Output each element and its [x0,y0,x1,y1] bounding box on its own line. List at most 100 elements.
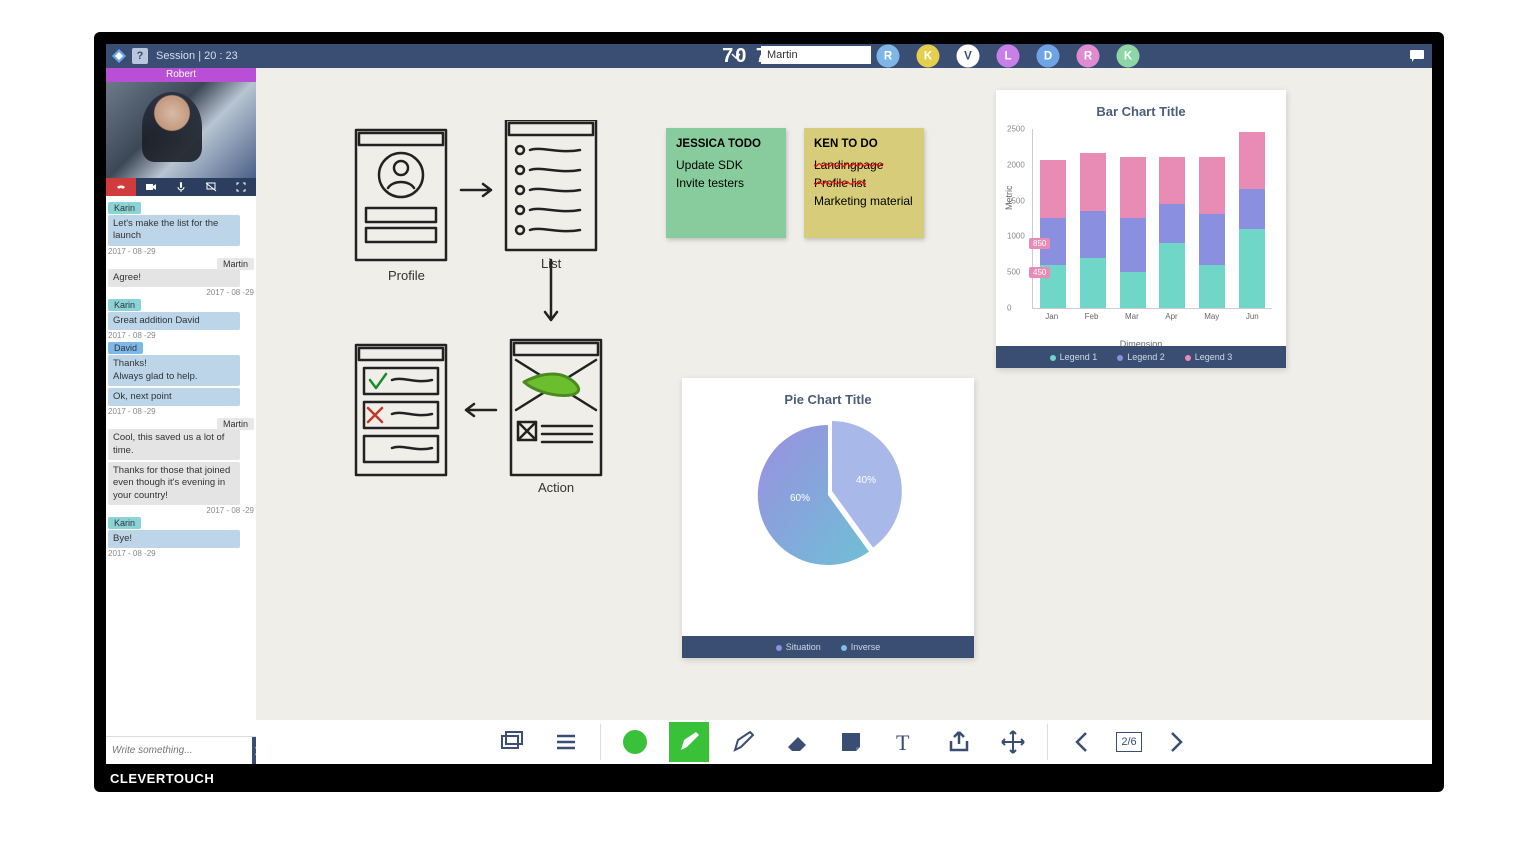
mic-button[interactable] [166,178,196,196]
sticky-note-green[interactable]: JESSICA TODO Update SDK Invite testers [666,128,786,238]
ytick: 500 [1007,268,1020,277]
highlighter-tool[interactable] [723,722,763,762]
bar-group [1040,129,1066,308]
chat-log[interactable]: Karin Let's make the list for the launch 2… [106,196,256,736]
ytick: 2000 [1007,160,1025,169]
chat-bubble: Great addition David [108,312,240,330]
ytick: 1500 [1007,196,1025,205]
bar-group [1120,129,1146,308]
bar-chart-card[interactable]: Bar Chart Title Metric 850 450 050010001… [996,90,1286,368]
chat-bubble: Thanks for those that joined even though… [108,462,240,505]
bar-chart: 850 450 05001000150020002500 [1032,129,1272,309]
eraser-tool[interactable] [777,722,817,762]
svg-text:40%: 40% [856,475,876,486]
hangup-button[interactable] [106,178,136,196]
help-button[interactable]: ? [132,48,148,64]
chat-author: Karin [108,299,141,311]
app-logo-icon[interactable] [108,45,130,67]
device-frame: ? Session | 20 : 23 70 76 55 RKVLDRK Rob… [94,32,1444,792]
sketch-label-profile: Profile [388,268,425,283]
chat-timestamp: 2017 - 08 -29 [108,407,254,416]
camera-button[interactable] [136,178,166,196]
share-icon[interactable] [939,722,979,762]
chat-message: MartinCool, this saved us a lot of time. [108,418,254,460]
username-input[interactable] [761,46,871,64]
chat-bubble: Cool, this saved us a lot of time. [108,429,240,460]
bar-annotation: 450 [1029,267,1050,278]
xtick: May [1204,312,1219,321]
note-title: KEN TO DO [814,136,914,153]
whiteboard-canvas[interactable]: Profile List Action JESSICA TODO Update … [256,68,1432,720]
slides-icon[interactable] [492,722,532,762]
chat-message: MartinAgree!2017 - 08 -29 [108,258,254,297]
participant-avatar[interactable]: R [877,45,900,68]
note-line: Landingpage [814,156,914,174]
move-tool[interactable] [993,722,1033,762]
pie-legend: Situation Inverse [682,636,974,658]
pie-chart: 40% 60% [753,417,903,567]
session-label: Session | 20 : 23 [156,50,238,62]
pen-tool[interactable] [669,722,709,762]
participant-avatar[interactable]: R [1077,45,1100,68]
chat-bubble: Ok, next point [108,388,240,406]
ytick: 2500 [1007,125,1025,134]
ytick: 0 [1007,304,1011,313]
participant-avatar[interactable]: L [997,45,1020,68]
bar-annotation: 850 [1029,238,1050,249]
top-bar: ? Session | 20 : 23 70 76 55 RKVLDRK [106,44,1432,68]
page-indicator[interactable]: 2/6 [1116,732,1141,752]
participants: RKVLDRK [878,46,1138,66]
fullscreen-button[interactable] [226,178,256,196]
sketch-label-list: List [541,256,562,271]
participant-avatar[interactable]: V [957,45,980,68]
participant-avatar[interactable]: K [917,45,940,68]
chat-timestamp: 2017 - 08 -29 [108,288,254,297]
compose-input[interactable] [106,737,252,764]
note-line: Marketing material [814,192,914,210]
chat-timestamp: 2017 - 08 -29 [108,331,254,340]
screenshare-button[interactable] [196,178,226,196]
brand-label: CLEVERTOUCH [110,771,214,786]
divider [1047,724,1048,760]
chat-timestamp: 2017 - 08 -29 [108,549,254,558]
chat-bubble: Bye! [108,530,240,548]
sticky-note-tool[interactable] [831,722,871,762]
video-controls [106,178,256,196]
chat-message: KarinGreat addition David2017 - 08 -29 [108,299,254,340]
bar-group [1080,129,1106,308]
pie-title: Pie Chart Title [682,378,974,413]
participant-avatar[interactable]: K [1117,45,1140,68]
app-window: ? Session | 20 : 23 70 76 55 RKVLDRK Rob… [106,44,1432,764]
xtick: Mar [1125,312,1139,321]
chat-message: KarinBye!2017 - 08 -29 [108,517,254,558]
chat-message: Thanks for those that joined even though… [108,462,254,515]
chat-bubble: Agree! [108,269,240,287]
text-tool[interactable]: T [885,722,925,762]
color-picker-button[interactable] [615,722,655,762]
chat-message: KarinLet's make the list for the launch2… [108,202,254,256]
chat-bubble: Thanks! Always glad to help. [108,355,240,386]
xtick: Apr [1165,312,1177,321]
next-page-button[interactable] [1156,722,1196,762]
prev-page-button[interactable] [1062,722,1102,762]
video-feed[interactable] [106,82,256,178]
note-line: Invite testers [676,174,776,192]
xtick: Feb [1085,312,1099,321]
bar-group [1199,129,1225,308]
note-line: Profile list [814,174,914,192]
chat-timestamp: 2017 - 08 -29 [108,506,254,515]
participant-avatar[interactable]: D [1037,45,1060,68]
divider [600,724,601,760]
bar-group [1159,129,1185,308]
chat-author: David [108,342,143,354]
sticky-note-yellow[interactable]: KEN TO DO Landingpage Profile list Marke… [804,128,924,238]
pie-chart-card[interactable]: Pie Chart Title 40% 60% Situation [682,378,974,658]
chat-bubble: Let's make the list for the launch [108,215,240,246]
pin-dropdown-icon[interactable] [726,46,746,66]
chat-author: Martin [217,418,254,430]
chat-toggle-icon[interactable] [1408,47,1426,65]
menu-icon[interactable] [546,722,586,762]
chat-message: DavidThanks! Always glad to help. [108,342,254,386]
note-line: Update SDK [676,156,776,174]
chat-message: Ok, next point2017 - 08 -29 [108,388,254,416]
